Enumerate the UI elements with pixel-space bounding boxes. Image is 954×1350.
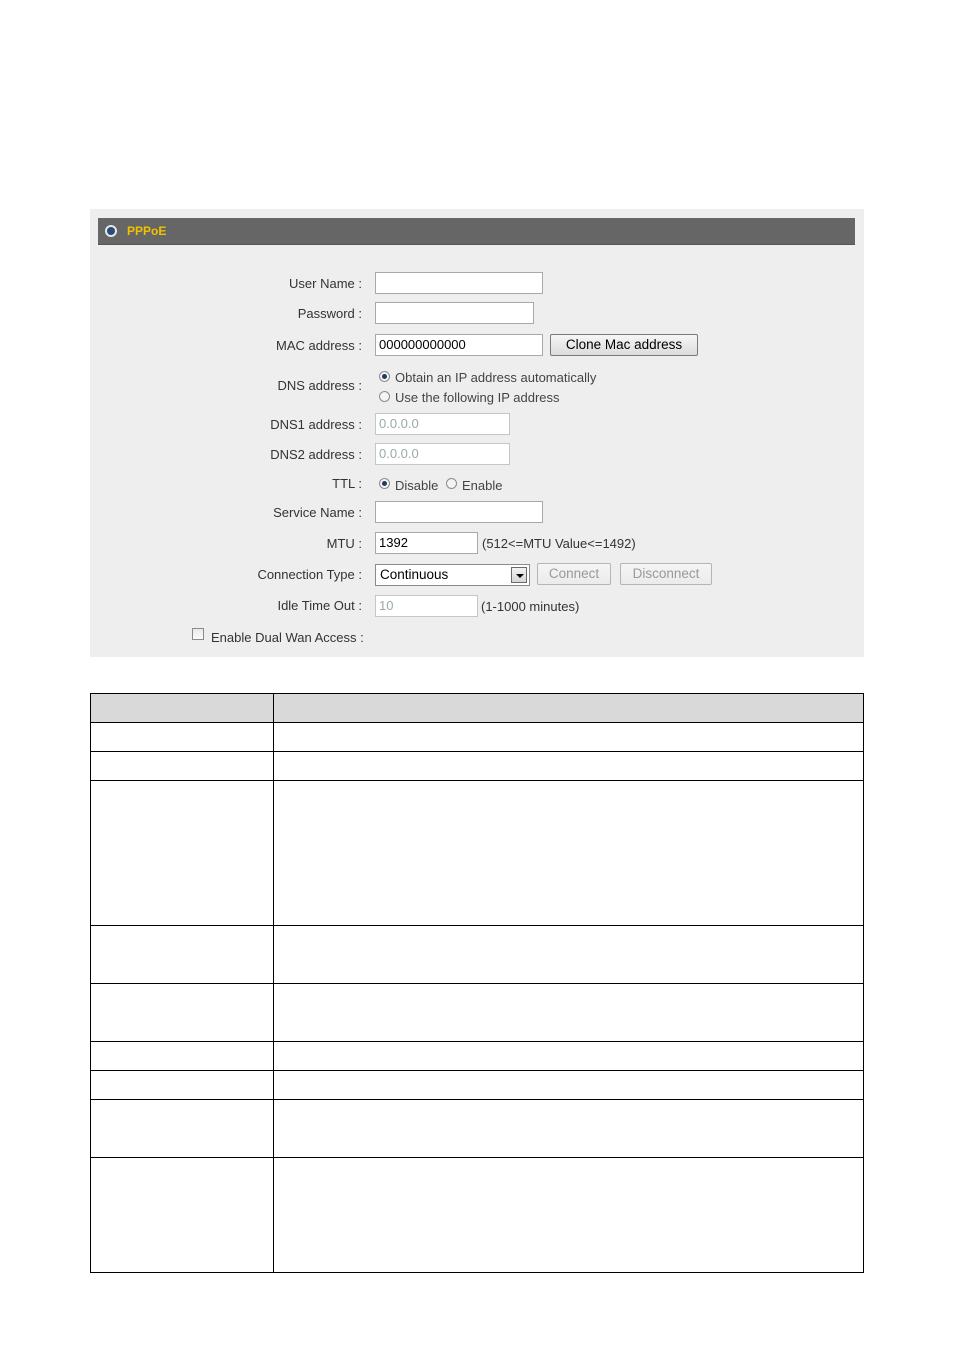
table-row bbox=[90, 983, 864, 1042]
dns-manual-radio[interactable] bbox=[379, 391, 390, 402]
service-name-input[interactable] bbox=[375, 501, 543, 523]
table-row bbox=[90, 1041, 864, 1071]
ttl-label: TTL : bbox=[332, 476, 362, 491]
table-row bbox=[90, 1070, 864, 1100]
chevron-down-icon[interactable] bbox=[511, 567, 527, 583]
panel-title: PPPoE bbox=[127, 224, 167, 238]
dns1-address-label: DNS1 address : bbox=[270, 417, 362, 432]
password-input[interactable] bbox=[375, 302, 534, 324]
pppoe-panel: PPPoE User Name : Password : MAC address… bbox=[90, 209, 864, 657]
description-table bbox=[90, 693, 864, 1273]
password-label: Password : bbox=[297, 306, 362, 321]
idle-time-out-label: Idle Time Out : bbox=[277, 598, 362, 613]
dns1-address-input[interactable]: 0.0.0.0 bbox=[375, 413, 510, 435]
user-name-input[interactable] bbox=[375, 272, 543, 294]
mac-address-label: MAC address : bbox=[276, 338, 362, 353]
dns-auto-radio[interactable] bbox=[379, 371, 390, 382]
connection-type-select[interactable]: Continuous bbox=[375, 564, 530, 586]
table-row bbox=[90, 722, 864, 752]
clone-mac-button[interactable]: Clone Mac address bbox=[550, 334, 698, 356]
dns2-address-input[interactable]: 0.0.0.0 bbox=[375, 443, 510, 465]
table-row bbox=[90, 780, 864, 926]
mtu-label: MTU : bbox=[326, 536, 362, 551]
table-row bbox=[90, 1099, 864, 1158]
dns2-address-label: DNS2 address : bbox=[270, 447, 362, 462]
mtu-hint: (512<=MTU Value<=1492) bbox=[482, 536, 636, 551]
idle-time-input[interactable]: 10 bbox=[375, 595, 478, 617]
connection-type-value: Continuous bbox=[380, 567, 449, 582]
panel-header: PPPoE bbox=[98, 218, 855, 245]
dns-address-label: DNS address : bbox=[277, 378, 362, 393]
dns-auto-label: Obtain an IP address automatically bbox=[395, 370, 597, 385]
user-name-label: User Name : bbox=[289, 276, 362, 291]
mtu-input[interactable]: 1392 bbox=[375, 532, 478, 554]
mac-address-input[interactable]: 000000000000 bbox=[375, 334, 543, 356]
table-row bbox=[90, 1157, 864, 1273]
ttl-enable-label: Enable bbox=[462, 478, 503, 493]
table-header-row bbox=[90, 693, 864, 723]
ttl-disable-radio[interactable] bbox=[379, 478, 390, 489]
table-row bbox=[90, 751, 864, 781]
dns-manual-label: Use the following IP address bbox=[395, 390, 560, 405]
service-name-label: Service Name : bbox=[273, 505, 362, 520]
ttl-disable-label: Disable bbox=[395, 478, 439, 493]
table-row bbox=[90, 925, 864, 984]
dual-wan-label: Enable Dual Wan Access : bbox=[211, 630, 364, 645]
dual-wan-checkbox[interactable] bbox=[192, 628, 204, 640]
bullet-icon bbox=[105, 225, 117, 237]
disconnect-button[interactable]: Disconnect bbox=[620, 563, 712, 585]
ttl-enable-radio[interactable] bbox=[446, 478, 457, 489]
connection-type-label: Connection Type : bbox=[257, 567, 362, 582]
idle-time-hint: (1-1000 minutes) bbox=[481, 599, 580, 614]
connect-button[interactable]: Connect bbox=[537, 563, 611, 585]
